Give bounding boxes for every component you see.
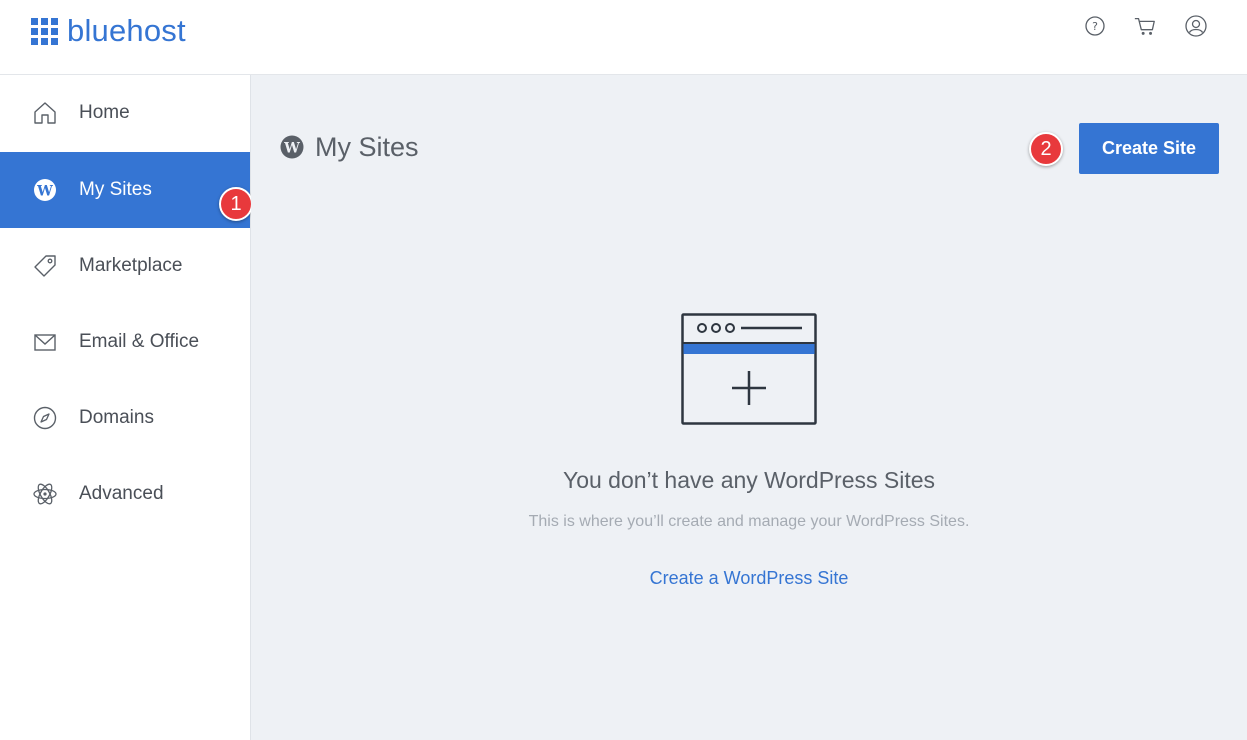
browser-add-icon xyxy=(681,313,817,430)
sidebar-item-my-sites[interactable]: W My Sites xyxy=(0,152,250,228)
sidebar-item-label: Email & Office xyxy=(79,331,200,352)
envelope-icon xyxy=(32,329,58,355)
wordpress-icon: W xyxy=(280,135,304,159)
svg-text:W: W xyxy=(283,141,300,157)
home-icon xyxy=(32,100,58,126)
bluehost-logo[interactable]: bluehost xyxy=(31,13,186,48)
sidebar-item-marketplace[interactable]: Marketplace xyxy=(0,228,250,304)
cart-icon[interactable] xyxy=(1133,14,1157,38)
sidebar-item-label: Marketplace xyxy=(79,255,183,276)
sidebar-item-email-office[interactable]: Email & Office xyxy=(0,304,250,380)
help-icon[interactable]: ? xyxy=(1083,14,1107,38)
sidebar-item-advanced[interactable]: Advanced xyxy=(0,456,250,532)
empty-state-title: You don’t have any WordPress Sites xyxy=(562,467,936,493)
annotation-badge-2: 2 xyxy=(1029,132,1063,166)
account-icon[interactable] xyxy=(1184,14,1208,38)
top-bar: bluehost ? xyxy=(0,0,1247,75)
logo-text: bluehost xyxy=(67,13,186,48)
page-title: W My Sites xyxy=(279,131,419,163)
main-content: W My Sites Create Site You don’t have an… xyxy=(251,75,1247,740)
annotation-badge-1: 1 xyxy=(219,187,253,221)
create-site-button[interactable]: Create Site xyxy=(1079,123,1219,174)
wordpress-icon: W xyxy=(32,177,58,203)
svg-text:?: ? xyxy=(1092,20,1098,33)
svg-text:W: W xyxy=(36,184,53,200)
sidebar-item-domains[interactable]: Domains xyxy=(0,380,250,456)
create-wordpress-site-link[interactable]: Create a WordPress Site xyxy=(251,568,1247,589)
tag-icon xyxy=(32,253,58,279)
page-title-text: My Sites xyxy=(315,131,419,162)
sidebar-item-label: My Sites xyxy=(79,179,152,200)
compass-icon xyxy=(32,405,58,431)
sidebar-item-label: Domains xyxy=(79,407,154,428)
atom-icon xyxy=(32,481,58,507)
sidebar-nav: Home W My Sites Marketplace Email & Offi… xyxy=(0,75,251,740)
logo-grid-icon xyxy=(31,17,58,45)
sidebar-item-home[interactable]: Home xyxy=(0,75,250,151)
empty-state-subtitle: This is where you’ll create and manage y… xyxy=(528,513,970,530)
sidebar-item-label: Home xyxy=(79,102,130,123)
sidebar-item-label: Advanced xyxy=(79,483,164,504)
